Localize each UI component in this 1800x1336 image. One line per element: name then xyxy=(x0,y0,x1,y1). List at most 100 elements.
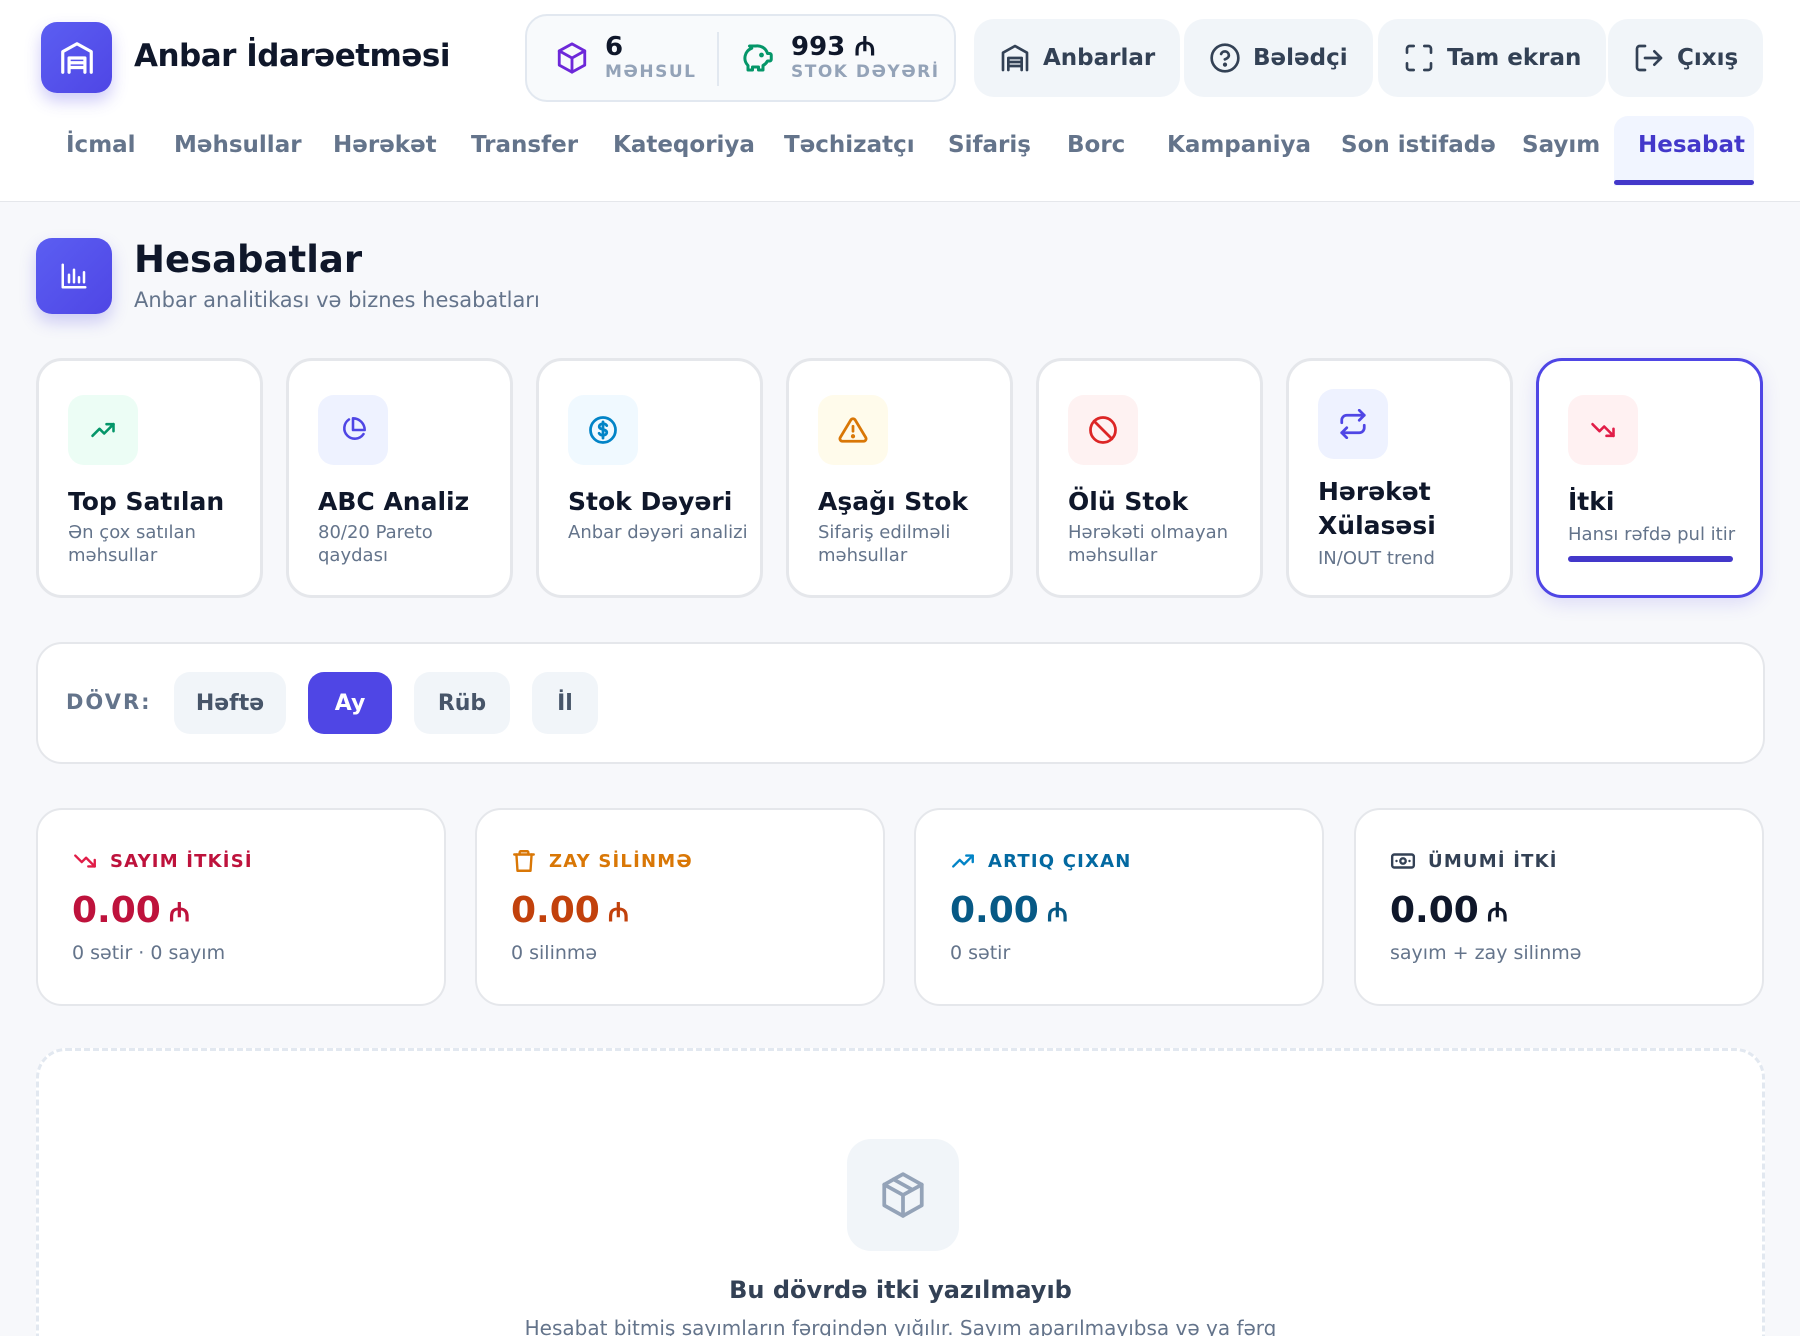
metric-card-surplus: ARTIQ ÇIXAN 0.00 ₼ 0 sətir xyxy=(914,808,1324,1006)
empty-icon-box xyxy=(847,1139,959,1251)
metric-value-row: 0.00 ₼ xyxy=(72,890,190,931)
period-month-button[interactable]: Ay xyxy=(308,672,392,734)
metric-header: ÜMUMİ İTKİ xyxy=(1390,848,1558,874)
warehouse-icon xyxy=(999,42,1031,74)
warning-icon xyxy=(838,415,868,445)
stats-divider xyxy=(717,32,719,86)
report-card-low-stock[interactable]: Aşağı Stok Sifariş edilməli məhsullar xyxy=(786,358,1013,598)
products-stat: 6 MƏHSUL xyxy=(555,16,696,100)
report-icon-box xyxy=(568,395,638,465)
metric-card-waste: ZAY SİLİNMƏ 0.00 ₼ 0 silinmə xyxy=(475,808,885,1006)
metric-value: 0.00 xyxy=(72,890,161,931)
report-icon-box xyxy=(1318,389,1388,459)
currency-symbol: ₼ xyxy=(607,897,629,928)
trending-down-icon xyxy=(1589,416,1617,444)
report-title: Aşağı Stok xyxy=(818,487,969,516)
tab-active-indicator xyxy=(1614,180,1754,185)
metric-label: ZAY SİLİNMƏ xyxy=(549,850,693,872)
report-title: Top Satılan xyxy=(68,487,225,516)
metric-header: ZAY SİLİNMƏ xyxy=(511,848,693,874)
report-card-top-selling[interactable]: Top Satılan Ən çox satılan məhsullar xyxy=(36,358,263,598)
report-icon-box xyxy=(318,395,388,465)
page-title: Hesabatlar xyxy=(134,238,363,281)
logout-button[interactable]: Çıxış xyxy=(1608,19,1764,97)
metric-value-row: 0.00 ₼ xyxy=(950,890,1068,931)
tab-campaign[interactable]: Kampaniya xyxy=(1167,132,1311,158)
metric-card-count-loss: SAYIM İTKİSİ 0.00 ₼ 0 sətir · 0 sayım xyxy=(36,808,446,1006)
metric-value: 0.00 xyxy=(1390,890,1479,931)
cube-icon xyxy=(555,41,589,75)
fullscreen-label: Tam ekran xyxy=(1447,45,1582,71)
tab-category[interactable]: Kateqoriya xyxy=(613,132,755,158)
empty-state-description: Hesabat bitmiş sayımların fərqindən yığı… xyxy=(524,1316,1277,1336)
report-title: Hərəkət Xülasəsi xyxy=(1318,477,1436,540)
report-icon-box xyxy=(1068,395,1138,465)
empty-state: Bu dövrdə itki yazılmayıb Hesabat bitmiş… xyxy=(36,1048,1765,1336)
tab-debt[interactable]: Borc xyxy=(1067,132,1125,158)
ban-icon xyxy=(1088,415,1118,445)
metric-label: ÜMUMİ İTKİ xyxy=(1428,850,1558,872)
report-card-movement-summary[interactable]: Hərəkət Xülasəsi IN/OUT trend xyxy=(1286,358,1513,598)
report-icon-box xyxy=(68,395,138,465)
report-title: İtki xyxy=(1568,487,1615,516)
period-label: DÖVR: xyxy=(66,690,152,714)
report-title: Stok Dəyəri xyxy=(568,487,733,516)
fullscreen-button[interactable]: Tam ekran xyxy=(1378,19,1607,97)
banknote-icon xyxy=(1390,848,1416,874)
tab-expiry[interactable]: Son istifadə xyxy=(1341,132,1496,158)
box-icon xyxy=(878,1170,928,1220)
empty-state-title: Bu dövrdə itki yazılmayıb xyxy=(729,1276,1072,1304)
guide-button[interactable]: Bələdçi xyxy=(1184,19,1373,97)
bar-chart-icon xyxy=(59,261,89,291)
report-card-loss[interactable]: İtki Hansı rəfdə pul itir xyxy=(1536,358,1763,598)
warehouses-button[interactable]: Anbarlar xyxy=(974,19,1181,97)
metric-header: SAYIM İTKİSİ xyxy=(72,848,253,874)
metric-value-row: 0.00 ₼ xyxy=(511,890,629,931)
tab-count[interactable]: Sayım xyxy=(1522,132,1600,158)
pie-chart-icon xyxy=(339,416,367,444)
report-icon-box xyxy=(1568,395,1638,465)
metric-header: ARTIQ ÇIXAN xyxy=(950,848,1132,874)
active-report-indicator xyxy=(1568,556,1733,562)
period-quarter-button[interactable]: Rüb xyxy=(414,672,510,734)
tab-movement[interactable]: Hərəkət xyxy=(333,132,437,158)
tab-supplier[interactable]: Təchizatçı xyxy=(784,132,915,158)
guide-label: Bələdçi xyxy=(1253,45,1348,71)
metric-card-total-loss: ÜMUMİ İTKİ 0.00 ₼ sayım + zay silinmə xyxy=(1354,808,1764,1006)
piggy-bank-icon xyxy=(739,40,775,76)
tab-order[interactable]: Sifariş xyxy=(948,132,1031,158)
report-card-stock-value[interactable]: Stok Dəyəri Anbar dəyəri analizi xyxy=(536,358,763,598)
tab-reports[interactable]: Hesabat xyxy=(1638,132,1745,158)
page-subtitle: Anbar analitikası və biznes hesabatları xyxy=(134,288,540,312)
fullscreen-icon xyxy=(1403,42,1435,74)
report-desc: Hərəkəti olmayan məhsullar xyxy=(1068,522,1229,566)
trash-icon xyxy=(511,848,537,874)
tab-overview[interactable]: İcmal xyxy=(66,132,136,158)
report-card-abc[interactable]: ABC Analiz 80/20 Pareto qaydası xyxy=(286,358,513,598)
report-desc: Sifariş edilməli məhsullar xyxy=(818,522,951,566)
period-week-button[interactable]: Həftə xyxy=(174,672,286,734)
logout-icon xyxy=(1633,42,1665,74)
currency-symbol: ₼ xyxy=(1486,897,1508,928)
logout-label: Çıxış xyxy=(1677,45,1739,71)
report-desc: 80/20 Pareto qaydası xyxy=(318,522,433,566)
report-card-dead-stock[interactable]: Ölü Stok Hərəkəti olmayan məhsullar xyxy=(1036,358,1263,598)
app-header: Anbar İdarəetməsi 6 MƏHSUL 993 ₼ STOK DƏ… xyxy=(0,0,1800,202)
products-count: 6 xyxy=(605,32,624,62)
stock-value-stat: 993 ₼ STOK DƏYƏRİ xyxy=(739,16,940,100)
warehouses-label: Anbarlar xyxy=(1043,45,1156,71)
metric-value: 0.00 xyxy=(950,890,1039,931)
metric-subtext: sayım + zay silinmə xyxy=(1390,942,1582,964)
trending-up-icon xyxy=(950,848,976,874)
tab-products[interactable]: Məhsullar xyxy=(174,132,302,158)
trending-up-icon xyxy=(89,416,117,444)
trending-down-icon xyxy=(72,848,98,874)
tab-transfer[interactable]: Transfer xyxy=(471,132,578,158)
metric-label: ARTIQ ÇIXAN xyxy=(988,850,1132,872)
stock-value-label: STOK DƏYƏRİ xyxy=(791,62,940,82)
app-logo[interactable] xyxy=(41,22,112,93)
report-desc: Anbar dəyəri analizi xyxy=(568,522,748,543)
period-year-button[interactable]: İl xyxy=(532,672,598,734)
help-circle-icon xyxy=(1209,42,1241,74)
period-filter: DÖVR: Həftə Ay Rüb İl xyxy=(36,642,1765,764)
